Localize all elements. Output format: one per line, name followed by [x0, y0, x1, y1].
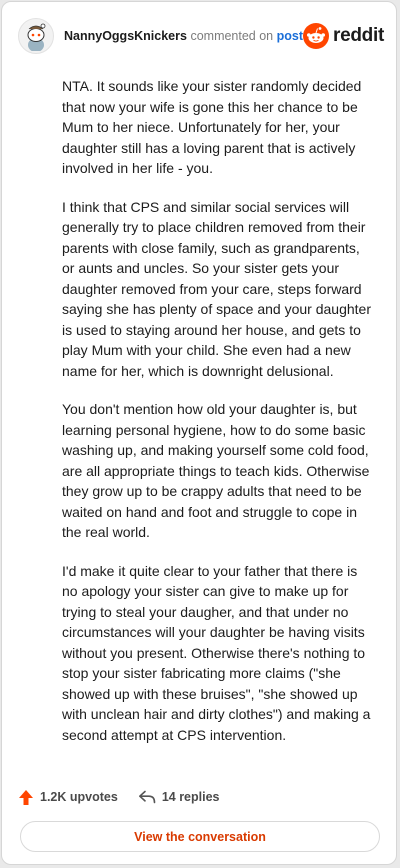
comment-header: NannyOggsKnickers commented on post redd…: [18, 18, 384, 54]
reddit-logo[interactable]: reddit: [303, 23, 384, 49]
comment-paragraph: You don't mention how old your daughter …: [62, 401, 370, 540]
action-text: commented on: [190, 29, 274, 43]
comment-card: NannyOggsKnickers commented on post redd…: [1, 1, 397, 865]
post-link[interactable]: post: [277, 29, 303, 43]
comment-meta: NannyOggsKnickers commented on post: [64, 29, 303, 43]
upvote-button[interactable]: 1.2K upvotes: [18, 789, 118, 806]
snoo-avatar-icon: [27, 23, 46, 51]
comment-paragraph: I think that CPS and similar social serv…: [62, 198, 371, 379]
avatar[interactable]: [18, 18, 54, 54]
reply-count: 14 replies: [161, 790, 220, 804]
comment-paragraph: I'd make it quite clear to your father t…: [62, 562, 371, 743]
replies-button[interactable]: 14 replies: [138, 790, 220, 804]
brand-name: reddit: [333, 25, 384, 46]
comment-footer: 1.2K upvotes 14 replies: [18, 786, 220, 808]
comment-body: NTA. It sounds like your sister randomly…: [62, 76, 372, 763]
upvote-count: 1.2K upvotes: [40, 790, 118, 804]
view-conversation-button[interactable]: View the conversation: [20, 821, 380, 852]
username[interactable]: NannyOggsKnickers: [64, 29, 187, 43]
reddit-logo-icon: [303, 23, 330, 49]
reply-arrow-icon: [138, 790, 156, 804]
upvote-arrow-icon: [19, 789, 33, 805]
comment-paragraph: NTA. It sounds like your sister randomly…: [62, 78, 362, 176]
